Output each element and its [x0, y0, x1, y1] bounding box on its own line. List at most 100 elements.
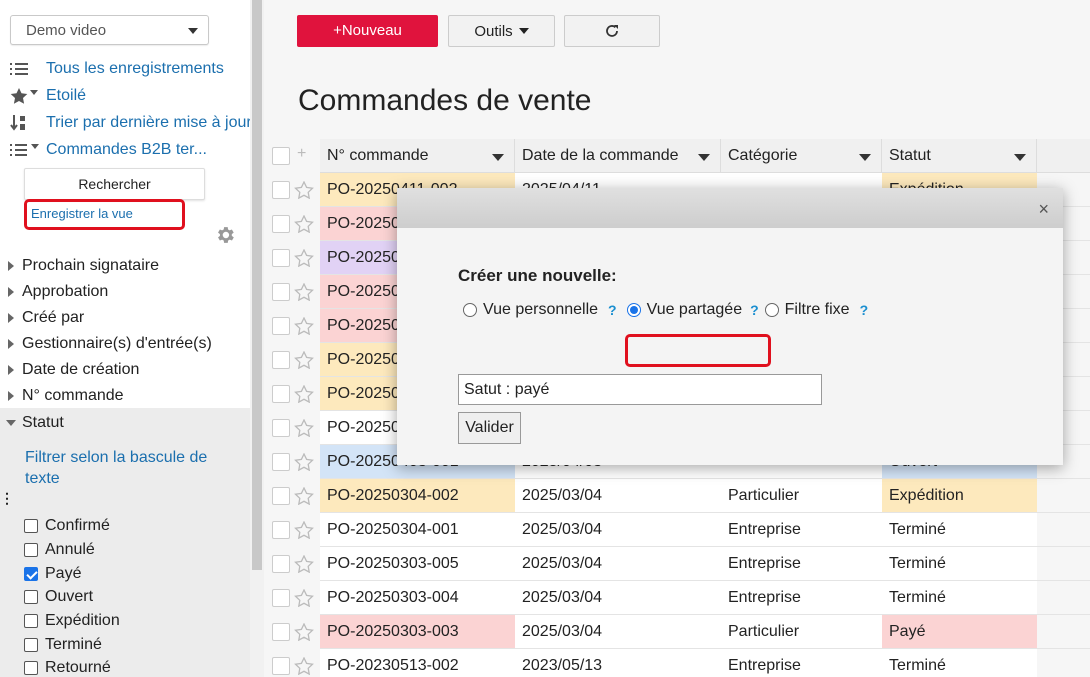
statut-option[interactable]: Confirmé [24, 515, 110, 537]
new-button[interactable]: +Nouveau [297, 15, 438, 47]
help-icon[interactable]: ? [608, 302, 617, 318]
dialog-header: × [397, 188, 1063, 228]
checkbox[interactable] [24, 661, 38, 675]
shared-view-highlight [625, 334, 771, 367]
statut-option[interactable]: Ouvert [24, 586, 93, 608]
radio-label-fixed-filter[interactable]: Filtre fixe [785, 301, 850, 319]
row-checkbox[interactable] [272, 589, 290, 607]
row-checkbox[interactable] [272, 657, 290, 675]
filter-created-by[interactable]: Créé par [8, 306, 84, 330]
star-icon[interactable] [294, 351, 314, 369]
row-checkbox[interactable] [272, 623, 290, 641]
save-view-link[interactable]: Enregistrer la vue [31, 206, 133, 221]
checkbox[interactable] [24, 567, 38, 581]
checkbox[interactable] [24, 519, 38, 533]
filter-next-signer[interactable]: Prochain signataire [8, 254, 159, 278]
tools-button[interactable]: Outils [448, 15, 555, 47]
add-icon[interactable]: + [297, 145, 306, 163]
star-icon[interactable] [294, 521, 314, 539]
statut-option[interactable]: Expédition [24, 610, 120, 632]
view-select-value: Demo video [26, 22, 107, 39]
row-checkbox[interactable] [272, 249, 290, 267]
checkbox[interactable] [24, 543, 38, 557]
statut-option[interactable]: Terminé [24, 634, 102, 656]
radio-shared[interactable] [626, 303, 641, 317]
scrollbar-thumb[interactable] [252, 0, 262, 570]
chevron-down-icon[interactable] [698, 154, 710, 161]
radio-personal[interactable] [463, 303, 477, 317]
text-toggle-filter-link[interactable]: Filtrer selon la bascule de texte [25, 447, 225, 489]
submit-button[interactable]: Valider [458, 412, 521, 444]
refresh-button[interactable] [564, 15, 660, 47]
row-checkbox[interactable] [272, 317, 290, 335]
star-icon[interactable] [294, 657, 314, 675]
star-icon[interactable] [294, 317, 314, 335]
filter-order-number[interactable]: N° commande [8, 384, 124, 408]
row-checkbox[interactable] [272, 351, 290, 369]
star-icon[interactable] [294, 181, 314, 199]
star-icon[interactable] [294, 283, 314, 301]
filter-approval[interactable]: Approbation [8, 280, 108, 304]
row-checkbox[interactable] [272, 181, 290, 199]
checkbox[interactable] [24, 614, 38, 628]
nav-starred[interactable]: Etoilé [10, 84, 250, 108]
checkbox[interactable] [24, 638, 38, 652]
view-select[interactable]: Demo video [10, 15, 209, 45]
star-icon[interactable] [294, 555, 314, 573]
column-header-order-number[interactable]: N° commande [320, 139, 515, 173]
select-all-checkbox[interactable] [272, 147, 290, 165]
header-label: Catégorie [728, 146, 798, 164]
star-icon[interactable] [294, 487, 314, 505]
search-button[interactable]: Rechercher [24, 168, 205, 200]
table-row[interactable]: PO-20250303-004 2025/03/04 Entreprise Termi… [264, 581, 1090, 615]
table-row[interactable]: PO-20250304-002 2025/03/04 Particulier Expé… [264, 479, 1090, 513]
row-checkbox[interactable] [272, 419, 290, 437]
gear-icon[interactable] [214, 224, 236, 246]
close-icon[interactable]: × [1038, 199, 1049, 220]
row-checkbox[interactable] [272, 215, 290, 233]
filter-label: Créé par [22, 309, 85, 326]
radio-fixed-filter[interactable] [764, 303, 779, 317]
row-checkbox[interactable] [272, 453, 290, 471]
drag-handle-icon[interactable]: ⋮ [0, 490, 14, 507]
radio-label-personal[interactable]: Vue personnelle [483, 301, 598, 319]
filter-creation-date[interactable]: Date de création [8, 358, 139, 382]
row-checkbox[interactable] [272, 283, 290, 301]
star-icon[interactable] [294, 249, 314, 267]
star-icon[interactable] [294, 385, 314, 403]
row-checkbox[interactable] [272, 555, 290, 573]
checkbox[interactable] [24, 590, 38, 604]
nav-all-records[interactable]: Tous les enregistrements [10, 57, 250, 81]
chevron-down-icon[interactable] [492, 154, 504, 161]
star-icon[interactable] [294, 215, 314, 233]
star-icon[interactable] [294, 419, 314, 437]
row-checkbox[interactable] [272, 487, 290, 505]
statut-option[interactable]: Retourné [24, 657, 111, 677]
column-header-order-date[interactable]: Date de la commande [515, 139, 721, 173]
radio-label-shared[interactable]: Vue partagée [647, 301, 742, 319]
filter-statut[interactable]: Statut [6, 411, 64, 435]
view-name-input[interactable] [458, 374, 822, 405]
row-checkbox[interactable] [272, 385, 290, 403]
filter-managers[interactable]: Gestionnaire(s) d'entrée(s) [8, 332, 212, 356]
table-row[interactable]: PO-20250304-001 2025/03/04 Entreprise Termi… [264, 513, 1090, 547]
column-header-status[interactable]: Statut [882, 139, 1037, 173]
row-checkbox[interactable] [272, 521, 290, 539]
chevron-down-icon[interactable] [859, 154, 871, 161]
statut-option[interactable]: Annulé [24, 539, 95, 561]
nav-sort-latest[interactable]: Trier par dernière mise à jour [10, 111, 250, 135]
star-icon[interactable] [294, 453, 314, 471]
table-row[interactable]: PO-20250303-003 2025/03/04 Particulier Payé [264, 615, 1090, 649]
column-header-category[interactable]: Catégorie [721, 139, 882, 173]
nav-b2b-orders[interactable]: Commandes B2B ter... [10, 138, 250, 162]
sidebar-scrollbar[interactable] [250, 0, 264, 677]
statut-option[interactable]: Payé [24, 563, 81, 585]
star-icon[interactable] [294, 589, 314, 607]
table-row[interactable]: PO-20250303-005 2025/03/04 Entreprise Termi… [264, 547, 1090, 581]
star-icon[interactable] [294, 623, 314, 641]
chevron-down-icon[interactable] [1014, 154, 1026, 161]
table-row[interactable]: PO-20230513-002 2023/05/13 Entreprise Termi… [264, 649, 1090, 677]
help-icon[interactable]: ? [750, 302, 759, 318]
help-icon[interactable]: ? [860, 302, 869, 318]
table-cell-id: PO-20250303-005 [320, 547, 515, 581]
